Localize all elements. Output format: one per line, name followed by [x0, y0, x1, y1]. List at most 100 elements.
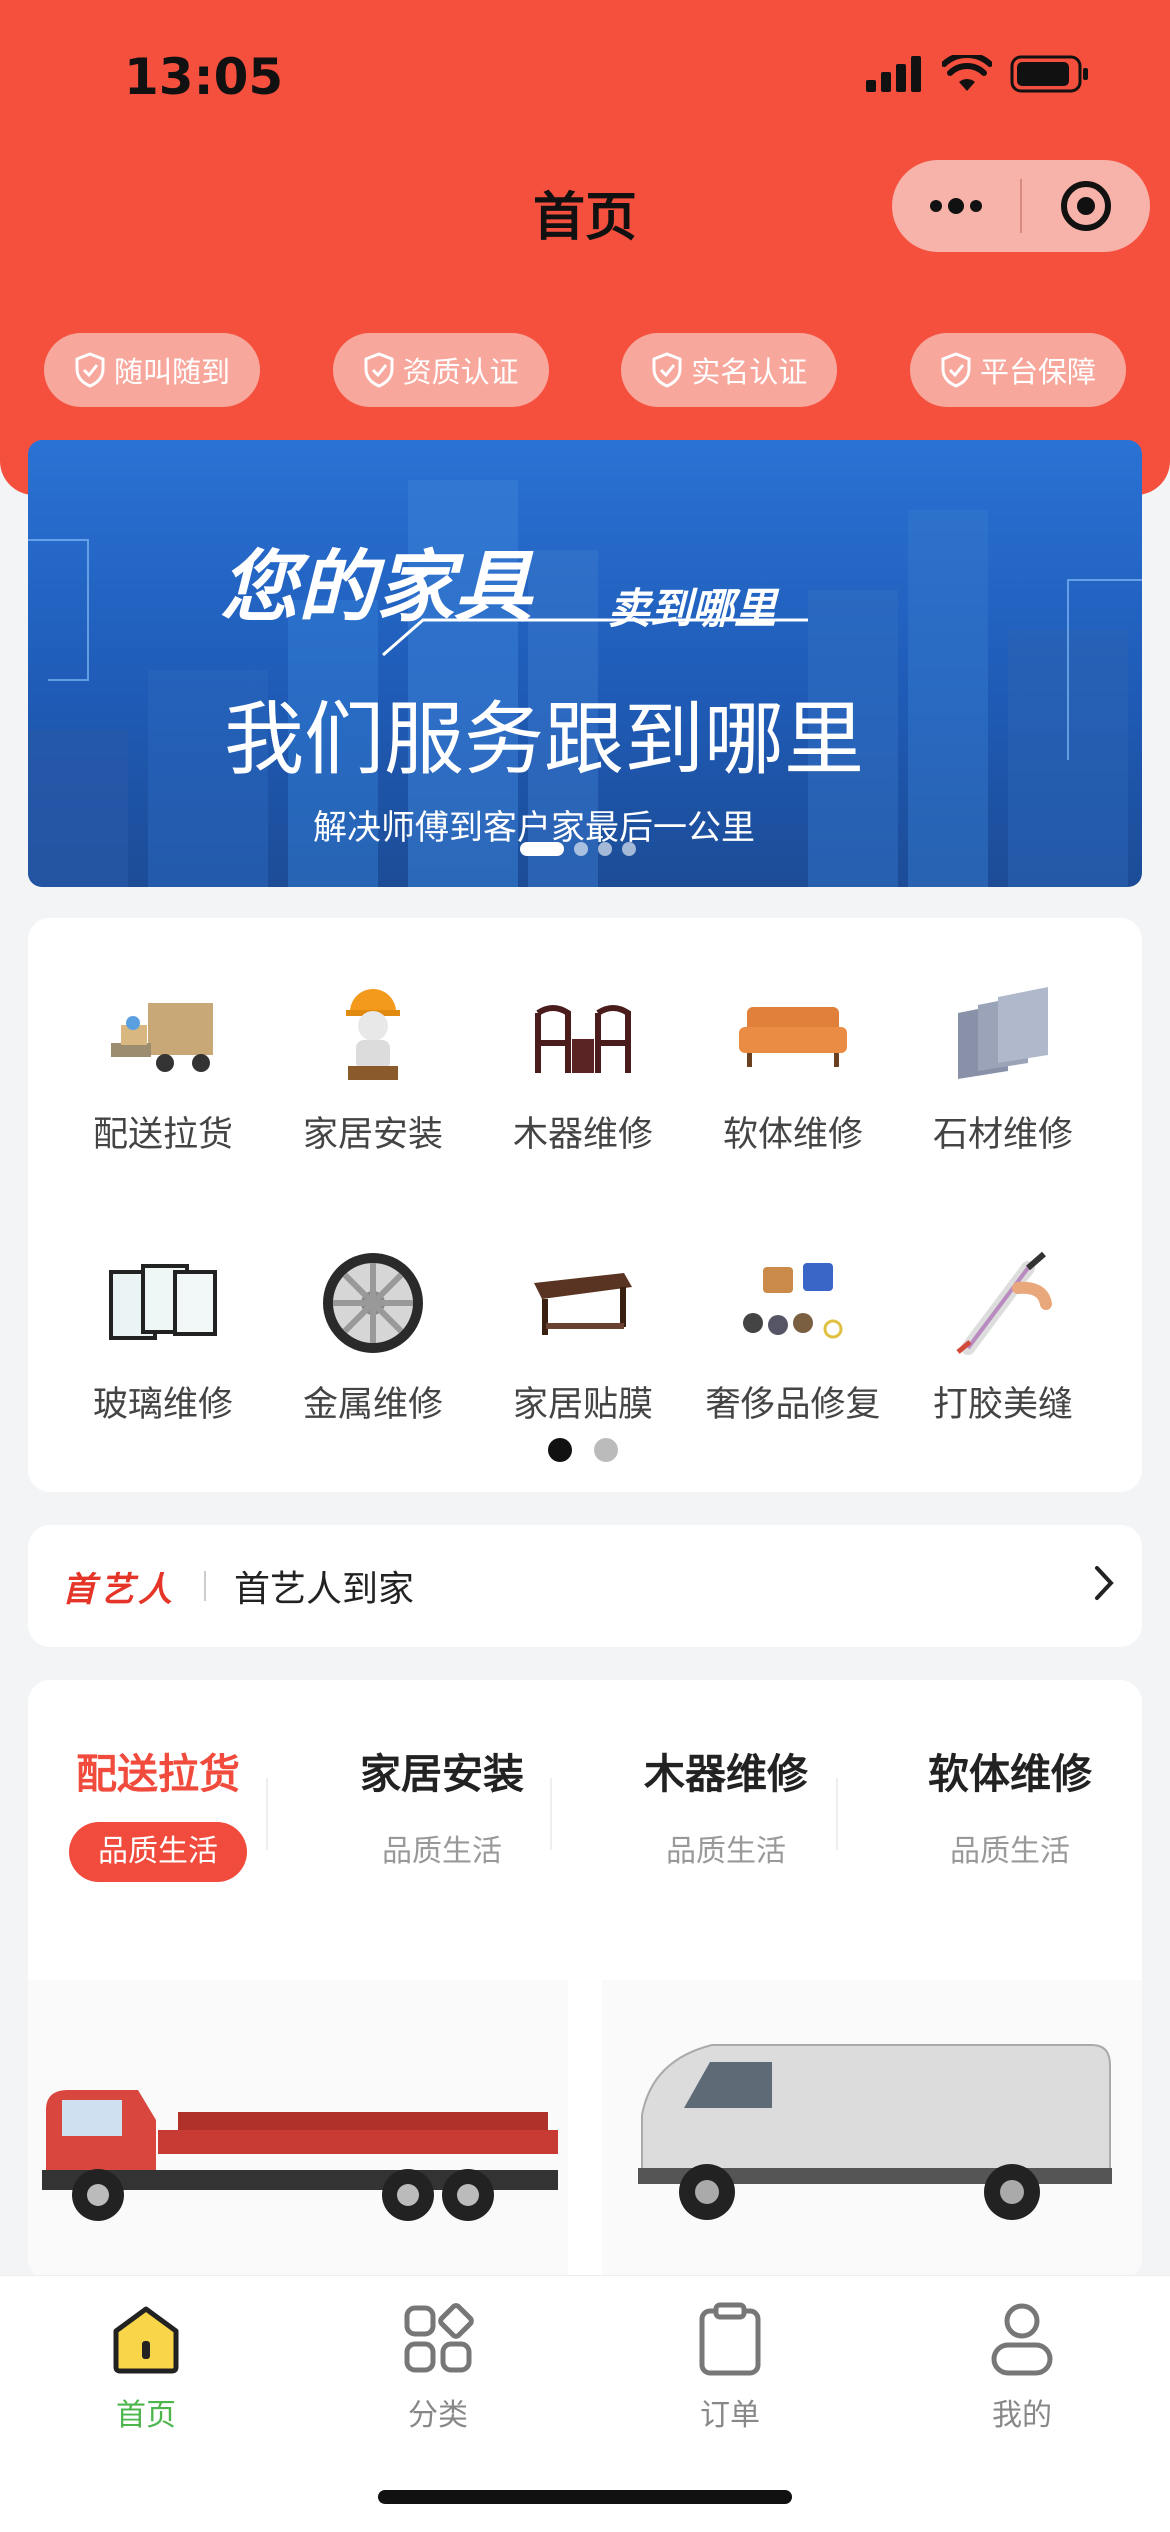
banner-dot[interactable] — [622, 842, 636, 856]
shield-check-icon — [75, 352, 105, 388]
wifi-icon — [942, 55, 992, 91]
battery-icon — [1010, 55, 1088, 93]
home-icon — [113, 2306, 179, 2374]
badge-label: 实名认证 — [691, 355, 808, 389]
tab-title: 家居安装 — [360, 1750, 524, 1798]
shield-check-icon — [941, 352, 971, 388]
category-item-install[interactable]: 家居安装 — [268, 978, 478, 1157]
miniprogram-capsule — [892, 160, 1150, 252]
tab-subtitle: 品质生活 — [950, 1834, 1070, 1869]
tab-sofa-repair[interactable]: 软体维修 品质生活 — [880, 1740, 1140, 1882]
installer-worker-icon — [346, 989, 400, 1080]
category-item-glass-repair[interactable]: 玻璃维修 — [58, 1248, 268, 1427]
coffee-table-icon — [534, 1273, 632, 1335]
signal-icon — [866, 56, 921, 92]
wooden-chairs-icon — [535, 1005, 631, 1073]
tab-install[interactable]: 家居安装 品质生活 — [312, 1740, 572, 1882]
nav-label: 我的 — [992, 2398, 1052, 2433]
category-label: 玻璃维修 — [92, 1385, 233, 1425]
nav-orders[interactable]: 订单 — [630, 2298, 830, 2434]
brand-logo: 首艺人 — [62, 1569, 176, 1610]
category-item-stone-repair[interactable]: 石材维修 — [898, 978, 1108, 1157]
badge-label: 资质认证 — [402, 355, 519, 389]
badge: 平台保障 — [909, 333, 1126, 407]
tab-subtitle: 品质生活 — [382, 1834, 502, 1869]
category-label: 打胶美缝 — [932, 1385, 1073, 1425]
header-bar: 13:05 首页 随叫随到 资质认证 实名认证 平台保障 — [0, 0, 1170, 495]
nav-label: 首页 — [116, 2398, 176, 2433]
chevron-right-icon — [1095, 1566, 1114, 1600]
more-button[interactable] — [892, 160, 1020, 252]
badge: 资质认证 — [332, 333, 549, 407]
nav-profile[interactable]: 我的 — [922, 2298, 1122, 2434]
category-grid: 配送拉货 家居安装 木器维修 软体维修 石材维修 玻璃维修 金属维修 家居贴膜 … — [28, 918, 1142, 1492]
tab-title: 软体维修 — [928, 1750, 1092, 1798]
nav-label: 订单 — [700, 2398, 760, 2433]
category-label: 木器维修 — [512, 1115, 653, 1155]
category-label: 软体维修 — [722, 1115, 863, 1155]
profile-icon — [991, 2303, 1053, 2376]
cargo-van-image — [638, 2044, 1112, 2220]
product-card-truck[interactable] — [28, 1980, 568, 2280]
metal-wheel-icon — [323, 1253, 423, 1353]
status-time: 13:05 — [124, 48, 284, 106]
banner-headline-sub: 卖到哪里 — [608, 584, 777, 633]
banner-dot[interactable] — [598, 842, 612, 856]
grid-page-dot[interactable] — [594, 1438, 618, 1462]
shield-check-icon — [364, 352, 394, 388]
banner-pagination — [520, 842, 636, 856]
product-card-van[interactable] — [602, 1980, 1142, 2280]
category-item-furniture-film[interactable]: 家居贴膜 — [478, 1248, 688, 1427]
status-icons — [866, 55, 1090, 93]
tab-wood-repair[interactable]: 木器维修 品质生活 — [596, 1740, 856, 1882]
brand-notice-bar[interactable]: 首艺人 首艺人到家 — [28, 1525, 1142, 1647]
target-close-icon — [1061, 181, 1111, 231]
badge: 随叫随到 — [44, 333, 260, 407]
category-label: 奢侈品修复 — [705, 1385, 881, 1425]
category-label: 金属维修 — [302, 1385, 443, 1425]
sofa-icon — [739, 1007, 847, 1067]
banner-slogan: 我们服务跟到哪里 — [224, 693, 864, 786]
tab-delivery[interactable]: 配送拉货 品质生活 — [28, 1740, 288, 1882]
more-dots-icon — [930, 198, 982, 214]
flatbed-truck-image — [42, 2090, 558, 2221]
home-indicator — [378, 2490, 792, 2504]
caulk-gun-icon — [956, 1251, 1052, 1355]
shield-check-icon — [652, 352, 682, 388]
badge-label: 随叫随到 — [113, 355, 230, 389]
category-label: 石材维修 — [932, 1115, 1073, 1155]
tab-subtitle: 品质生活 — [69, 1822, 247, 1882]
category-label: 家居贴膜 — [512, 1385, 653, 1425]
delivery-truck-icon — [111, 1003, 213, 1072]
nav-home[interactable]: 首页 — [46, 2298, 246, 2434]
banner-headline: 您的家具 — [220, 543, 533, 633]
category-icon — [404, 2303, 474, 2373]
category-item-metal-repair[interactable]: 金属维修 — [268, 1248, 478, 1427]
grid-page-dot[interactable] — [548, 1438, 572, 1462]
tab-title: 木器维修 — [644, 1750, 808, 1798]
service-tabs-card: 配送拉货 品质生活 家居安装 品质生活 木器维修 品质生活 软体维修 品质生活 — [28, 1680, 1142, 2280]
luxury-goods-icon — [743, 1263, 843, 1339]
category-label: 家居安装 — [302, 1115, 443, 1155]
badge: 实名认证 — [621, 333, 838, 407]
notice-text: 首艺人到家 — [234, 1569, 415, 1610]
tab-subtitle: 品质生活 — [666, 1834, 786, 1869]
nav-label: 分类 — [408, 2398, 468, 2433]
trust-badges: 随叫随到 资质认证 实名认证 平台保障 — [44, 333, 1126, 407]
category-item-luxury-repair[interactable]: 奢侈品修复 — [688, 1248, 898, 1427]
category-item-sofa-repair[interactable]: 软体维修 — [688, 978, 898, 1157]
category-label: 配送拉货 — [92, 1115, 233, 1155]
banner-dot[interactable] — [520, 842, 564, 856]
category-item-caulk[interactable]: 打胶美缝 — [898, 1248, 1108, 1427]
banner-dot[interactable] — [574, 842, 588, 856]
badge-label: 平台保障 — [979, 355, 1096, 389]
close-capsule-button[interactable] — [1022, 160, 1150, 252]
stone-slabs-icon — [958, 987, 1048, 1079]
glass-panes-icon — [109, 1264, 217, 1340]
category-item-delivery[interactable]: 配送拉货 — [58, 978, 268, 1157]
order-clipboard-icon — [699, 2302, 761, 2376]
category-item-wood-repair[interactable]: 木器维修 — [478, 978, 688, 1157]
tab-title: 配送拉货 — [76, 1750, 240, 1798]
promo-banner[interactable]: 您的家具 卖到哪里 我们服务跟到哪里 解决师傅到客户家最后一公里 — [28, 440, 1142, 887]
nav-category[interactable]: 分类 — [338, 2298, 538, 2434]
